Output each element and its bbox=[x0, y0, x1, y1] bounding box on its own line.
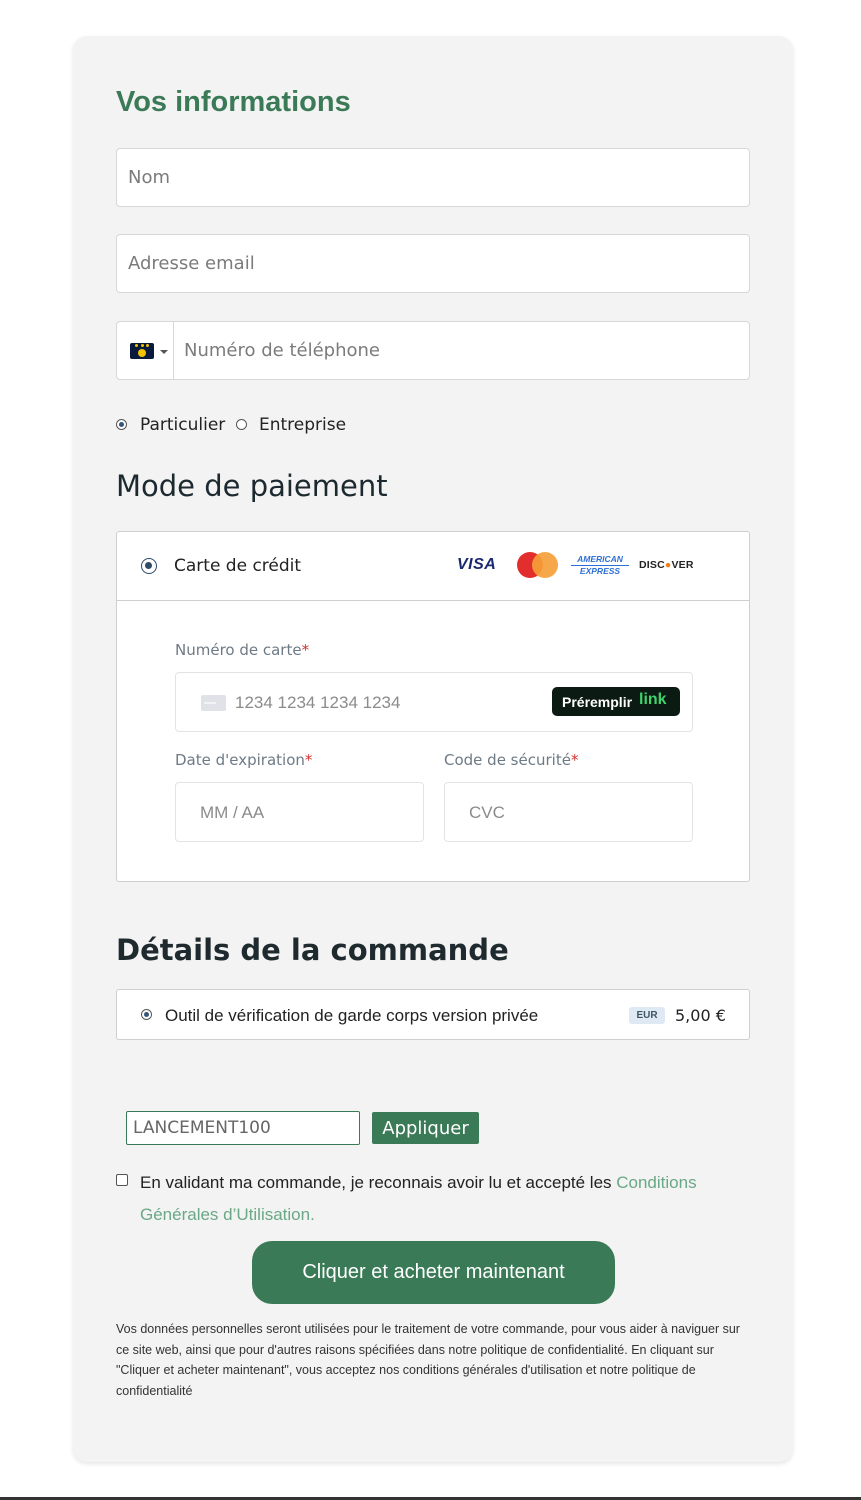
prefill-link-button[interactable]: Préremplir link bbox=[552, 687, 680, 716]
checkout-card: Vos informations Particulier Entreprise … bbox=[73, 36, 793, 1462]
chevron-down-icon bbox=[160, 350, 168, 354]
discover-logo-icon: DISC●VER bbox=[639, 559, 694, 571]
name-field[interactable] bbox=[116, 148, 750, 207]
credit-card-icon bbox=[201, 695, 226, 711]
coupon-input[interactable] bbox=[126, 1111, 360, 1145]
order-price: 5,00 € bbox=[675, 1006, 726, 1025]
radio-entreprise[interactable] bbox=[236, 419, 247, 430]
card-number-field[interactable]: 1234 1234 1234 1234 Préremplir link bbox=[175, 672, 693, 732]
cvc-label: Code de sécurité* bbox=[444, 751, 579, 769]
cvc-field[interactable]: CVC bbox=[444, 782, 693, 842]
link-logo: link bbox=[639, 691, 667, 708]
phone-field-group bbox=[116, 321, 750, 380]
credit-card-radio[interactable] bbox=[141, 558, 157, 574]
credit-card-label: Carte de crédit bbox=[174, 556, 302, 576]
terms-checkbox[interactable] bbox=[116, 1174, 128, 1186]
payment-heading: Mode de paiement bbox=[116, 469, 388, 503]
order-item-radio[interactable] bbox=[141, 1009, 152, 1020]
privacy-notice: Vos données personnelles seront utilisée… bbox=[116, 1322, 740, 1398]
credit-card-option[interactable]: Carte de crédit VISA AMERICAN EXPRESS DI… bbox=[117, 532, 749, 601]
country-selector[interactable] bbox=[117, 322, 174, 379]
radio-particulier[interactable] bbox=[116, 419, 127, 430]
expiry-label: Date d'expiration* bbox=[175, 751, 313, 769]
expiry-placeholder: MM / AA bbox=[200, 803, 265, 822]
currency-badge: EUR bbox=[629, 1007, 665, 1024]
phone-field[interactable] bbox=[174, 322, 744, 379]
radio-entreprise-label: Entreprise bbox=[259, 415, 347, 435]
apply-coupon-button[interactable]: Appliquer bbox=[372, 1112, 479, 1144]
email-field[interactable] bbox=[116, 234, 750, 293]
buy-now-button[interactable]: Cliquer et acheter maintenant bbox=[252, 1241, 615, 1304]
visa-logo-icon: VISA bbox=[457, 556, 497, 573]
payment-method-box: Carte de crédit VISA AMERICAN EXPRESS DI… bbox=[116, 531, 750, 882]
cvc-placeholder: CVC bbox=[469, 803, 505, 822]
expiry-field[interactable]: MM / AA bbox=[175, 782, 424, 842]
radio-particulier-label: Particulier bbox=[140, 415, 226, 435]
amex-logo-icon: AMERICAN EXPRESS bbox=[571, 554, 629, 577]
order-item-label: Outil de vérification de garde corps ver… bbox=[165, 1006, 539, 1025]
country-flag-icon bbox=[130, 343, 154, 359]
order-item: Outil de vérification de garde corps ver… bbox=[116, 989, 750, 1040]
terms-text: En validant ma commande, je reconnais av… bbox=[140, 1173, 697, 1224]
mastercard-logo-icon bbox=[517, 552, 559, 580]
card-number-label: Numéro de carte* bbox=[175, 641, 310, 659]
order-heading: Détails de la commande bbox=[116, 933, 509, 967]
card-number-placeholder: 1234 1234 1234 1234 bbox=[235, 693, 401, 712]
prefill-label: Préremplir bbox=[562, 694, 633, 710]
info-heading: Vos informations bbox=[116, 86, 351, 118]
